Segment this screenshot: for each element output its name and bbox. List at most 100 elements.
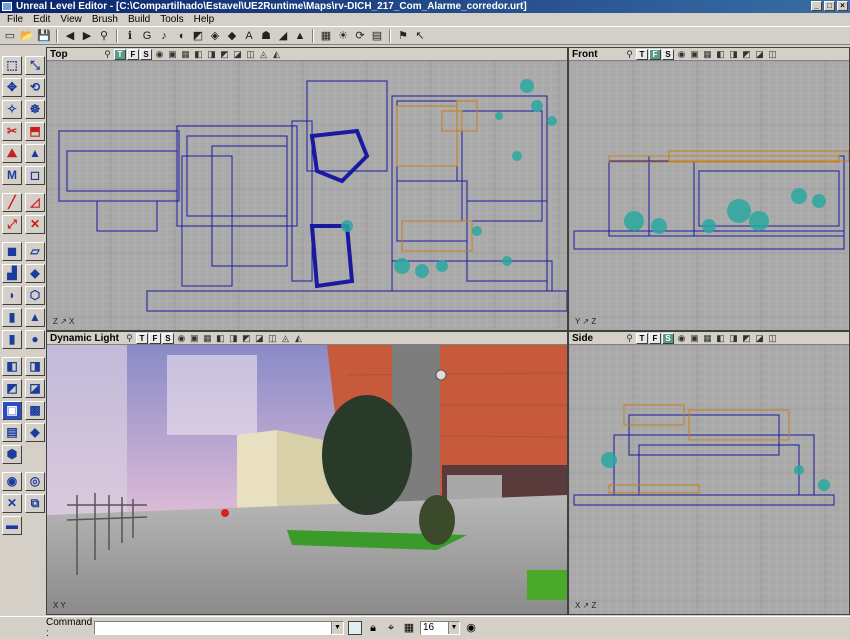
eye-icon[interactable]: ◉ (675, 49, 688, 60)
sound-icon[interactable]: ◖ (174, 29, 188, 43)
texture-icon[interactable]: ◧ (214, 333, 227, 344)
viewport-menu-icon[interactable]: ⚲ (123, 333, 136, 344)
wireframe-icon[interactable]: ▣ (688, 333, 701, 344)
brush-clip-icon[interactable]: ⬒ (25, 122, 45, 141)
wireframe-icon[interactable]: ▣ (688, 49, 701, 60)
texture-icon[interactable]: ◧ (192, 49, 205, 60)
play-icon[interactable]: ⚑ (396, 29, 410, 43)
animation-icon[interactable]: ☗ (259, 29, 273, 43)
viewport-menu-icon[interactable]: ⚲ (101, 49, 114, 60)
build-all-icon[interactable]: ▤ (370, 29, 384, 43)
view-mode-f-button[interactable]: F (148, 332, 161, 344)
eye-icon[interactable]: ◉ (675, 333, 688, 344)
undo-icon[interactable]: ◀ (63, 29, 77, 43)
depth-icon[interactable]: ◫ (244, 49, 257, 60)
save-icon[interactable]: 💾 (37, 29, 51, 43)
sheet-builder-icon[interactable]: ▱ (25, 242, 45, 261)
menu-build[interactable]: Build (123, 13, 155, 26)
depth-icon[interactable]: ◫ (266, 333, 279, 344)
unlit-icon[interactable]: ◪ (231, 49, 244, 60)
zone-icon[interactable]: ▦ (701, 333, 714, 344)
viewport-canvas[interactable]: X Y (47, 345, 567, 614)
minimize-icon[interactable]: _ (811, 1, 822, 11)
menu-edit[interactable]: Edit (28, 13, 55, 26)
lock-icon[interactable]: ◭ (270, 49, 283, 60)
sphere-builder-icon[interactable]: ● (25, 330, 45, 349)
intersect-icon[interactable]: ◩ (2, 379, 22, 398)
view-mode-t-button[interactable]: T (135, 332, 148, 344)
stair-builder-icon[interactable]: ▟ (2, 264, 22, 283)
drag-grid-toggle-icon[interactable] (348, 620, 362, 635)
terrain-edit-icon[interactable]: ⛰ (2, 144, 22, 163)
line-brush-icon[interactable]: ╱ (2, 193, 22, 212)
depth-icon[interactable]: ◫ (766, 49, 779, 60)
lit-icon[interactable]: ◨ (727, 333, 740, 344)
grid-icon[interactable]: ▦ (402, 621, 416, 635)
viewport-menu-icon[interactable]: ⚲ (623, 49, 636, 60)
player-start-marker[interactable] (221, 509, 229, 517)
prefab-icon[interactable]: ◢ (276, 29, 290, 43)
view-mode-t-button[interactable]: T (636, 332, 648, 344)
curved-stair-icon[interactable]: ◗ (2, 286, 22, 305)
viewport-side[interactable]: Side ⚲ T F S ◉ ▣ ▦ ◧ ◨ ◩ ◪ ◫ X ↗ Z (568, 331, 850, 615)
dynamic-light-icon[interactable]: ◩ (740, 333, 753, 344)
camera-move-icon[interactable]: ⬚ (2, 56, 22, 75)
rotation-snap-icon[interactable]: ◉ (464, 621, 478, 635)
view-mode-t-button[interactable]: T (114, 48, 126, 60)
subtract-brush-icon[interactable]: ◨ (25, 357, 45, 376)
mod-icon[interactable]: M (2, 166, 22, 185)
command-input[interactable]: ▼ (94, 620, 344, 635)
vertex-edit-icon[interactable]: ⤡ (25, 56, 45, 75)
menu-help[interactable]: Help (189, 13, 220, 26)
font-icon[interactable]: A (242, 29, 256, 43)
view-mode-t-button[interactable]: T (636, 48, 648, 60)
hide-selected-icon[interactable]: ◉ (2, 472, 22, 491)
cylinder-builder-icon[interactable]: ▮ (2, 308, 22, 327)
unlit-icon[interactable]: ◪ (253, 333, 266, 344)
realtime-icon[interactable]: ◬ (257, 49, 270, 60)
select-invert-icon[interactable]: ◎ (25, 472, 45, 491)
clip-brush-icon[interactable]: ✕ (25, 215, 45, 234)
scale-icon[interactable]: ✥ (2, 78, 22, 97)
viewport-menu-icon[interactable]: ⚲ (623, 333, 636, 344)
view-mode-f-button[interactable]: F (649, 48, 661, 60)
view-mode-s-button[interactable]: S (161, 332, 174, 344)
chevron-down-icon[interactable]: ▼ (331, 621, 343, 634)
search-icon[interactable]: ⚲ (97, 29, 111, 43)
poly-brush-icon[interactable]: ◿ (25, 193, 45, 212)
cone-builder-icon[interactable]: ▲ (25, 308, 45, 327)
eye-icon[interactable]: ◉ (153, 49, 166, 60)
texture-pan-icon[interactable]: ✧ (2, 100, 22, 119)
dynamic-light-icon[interactable]: ◩ (740, 49, 753, 60)
lock-icon[interactable]: 🔒︎ (366, 621, 380, 635)
chevron-down-icon[interactable]: ▼ (448, 621, 459, 634)
select-icon[interactable]: ↖ (413, 29, 427, 43)
wireframe-icon[interactable]: ▣ (166, 49, 179, 60)
terrain-icon[interactable]: ▲ (293, 29, 307, 43)
lit-icon[interactable]: ◨ (727, 49, 740, 60)
dynamic-light-icon[interactable]: ◩ (240, 333, 253, 344)
misc-icon[interactable]: ▬ (2, 516, 22, 535)
texture-icon[interactable]: ◧ (714, 333, 727, 344)
menu-view[interactable]: View (55, 13, 87, 26)
open-icon[interactable]: 📂 (20, 29, 34, 43)
show-selected-icon[interactable]: ⬢ (2, 445, 22, 464)
viewport-front[interactable]: Front ⚲ T F S ◉ ▣ ▦ ◧ ◨ ◩ ◪ ◫ Y ↗ Z (568, 47, 850, 331)
unlit-icon[interactable]: ◪ (753, 49, 766, 60)
menu-file[interactable]: File (2, 13, 28, 26)
antiportal-icon[interactable]: ◆ (25, 423, 45, 442)
add-special-icon[interactable]: ▩ (25, 401, 45, 420)
new-icon[interactable]: ▭ (3, 29, 17, 43)
lit-icon[interactable]: ◨ (227, 333, 240, 344)
viewport-canvas[interactable]: X ↗ Z (569, 344, 849, 614)
static-mesh-icon[interactable]: ◆ (225, 29, 239, 43)
volumetric-icon[interactable]: ⬡ (25, 286, 45, 305)
texture-icon[interactable]: ◧ (714, 49, 727, 60)
depth-icon[interactable]: ◫ (766, 333, 779, 344)
viewport-perspective[interactable]: Dynamic Light ⚲ T F S ◉ ▣ ▦ ◧ ◨ ◩ ◪ ◫ ◬ ◭ (46, 331, 568, 615)
spiral-stair-icon[interactable]: ▮ (2, 330, 22, 349)
path-icon[interactable]: ⤢ (2, 215, 22, 234)
add-brush-icon[interactable]: ◧ (2, 357, 22, 376)
texture-rotate-icon[interactable]: ☸ (25, 100, 45, 119)
tetra-builder-icon[interactable]: ◆ (25, 264, 45, 283)
